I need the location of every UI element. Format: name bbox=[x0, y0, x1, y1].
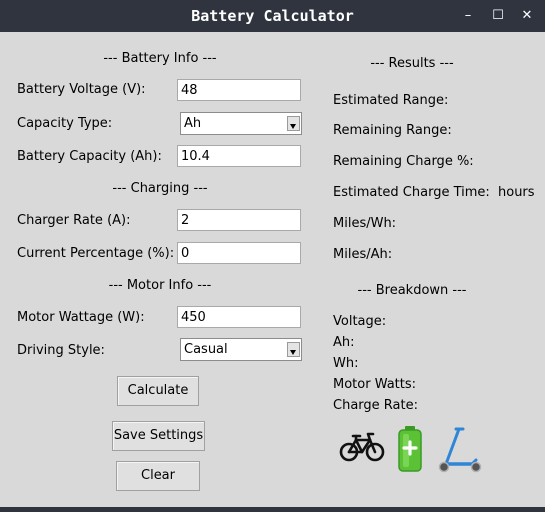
capacity-type-label: Capacity Type: bbox=[17, 116, 113, 131]
charge-time-label: Estimated Charge Time: bbox=[333, 185, 490, 200]
miles-per-ah-label: Miles/Ah: bbox=[333, 247, 393, 262]
battery-info-header: --- Battery Info --- bbox=[103, 51, 217, 66]
remaining-range-label: Remaining Range: bbox=[333, 123, 452, 138]
breakdown-charge-rate-label: Charge Rate: bbox=[333, 398, 418, 413]
current-percentage-label: Current Percentage (%): bbox=[17, 246, 175, 261]
driving-style-value: Casual bbox=[184, 342, 228, 357]
bicycle-icon bbox=[339, 432, 385, 462]
breakdown-motor-watts-label: Motor Watts: bbox=[333, 377, 417, 392]
motor-wattage-label: Motor Wattage (W): bbox=[17, 310, 145, 325]
battery-icon bbox=[398, 426, 422, 472]
chevron-down-icon[interactable] bbox=[287, 342, 300, 357]
charger-rate-label: Charger Rate (A): bbox=[17, 213, 131, 228]
title-bar: Battery Calculator – ☐ ✕ bbox=[0, 0, 545, 32]
breakdown-ah-label: Ah: bbox=[333, 335, 355, 350]
maximize-button[interactable]: ☐ bbox=[490, 8, 506, 24]
miles-per-wh-label: Miles/Wh: bbox=[333, 216, 397, 231]
capacity-type-select[interactable]: Ah bbox=[180, 112, 302, 135]
motor-wattage-input[interactable] bbox=[177, 306, 301, 328]
breakdown-voltage-label: Voltage: bbox=[333, 314, 387, 329]
clear-button[interactable]: Clear bbox=[116, 461, 200, 491]
charging-header: --- Charging --- bbox=[112, 181, 208, 196]
breakdown-wh-label: Wh: bbox=[333, 356, 359, 371]
remaining-charge-label: Remaining Charge %: bbox=[333, 154, 474, 169]
kick-scooter-icon bbox=[438, 427, 482, 473]
capacity-type-value: Ah bbox=[184, 116, 202, 131]
battery-capacity-input[interactable] bbox=[177, 145, 301, 167]
current-percentage-input[interactable] bbox=[177, 242, 301, 264]
estimated-range-label: Estimated Range: bbox=[333, 93, 449, 108]
close-button[interactable]: ✕ bbox=[519, 8, 535, 24]
chevron-down-icon[interactable] bbox=[287, 116, 300, 131]
minimize-button[interactable]: – bbox=[460, 8, 476, 24]
results-header: --- Results --- bbox=[370, 56, 454, 71]
breakdown-header: --- Breakdown --- bbox=[357, 283, 467, 298]
battery-voltage-input[interactable] bbox=[177, 79, 301, 101]
save-settings-button[interactable]: Save Settings bbox=[112, 421, 205, 451]
charger-rate-input[interactable] bbox=[177, 209, 301, 231]
battery-voltage-label: Battery Voltage (V): bbox=[17, 82, 146, 97]
battery-capacity-label: Battery Capacity (Ah): bbox=[17, 149, 162, 164]
driving-style-select[interactable]: Casual bbox=[180, 338, 302, 361]
motor-info-header: --- Motor Info --- bbox=[108, 278, 212, 293]
driving-style-label: Driving Style: bbox=[17, 343, 105, 358]
calculate-button[interactable]: Calculate bbox=[117, 376, 199, 406]
window-bottom-border bbox=[0, 507, 545, 512]
charge-time-unit: hours bbox=[498, 185, 535, 200]
